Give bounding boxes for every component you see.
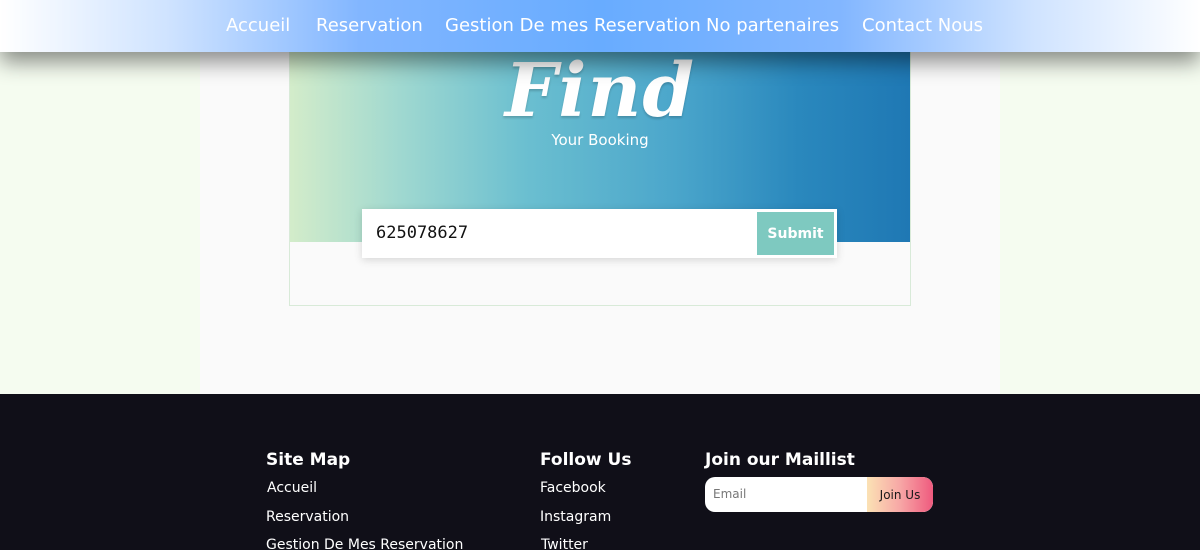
footer-link-accueil[interactable]: Accueil (267, 480, 317, 496)
sitemap-heading: Site Map (266, 450, 351, 470)
footer-link-gestion[interactable]: Gestion De Mes Reservation (266, 537, 463, 550)
top-navbar: Accueil Reservation Gestion De mes Reser… (0, 0, 1200, 52)
footer-link-reservation[interactable]: Reservation (266, 509, 349, 525)
booking-search-form: 625078627 Submit (362, 209, 837, 258)
hero-subtitle: Your Booking (551, 131, 649, 149)
nav-accueil[interactable]: Accueil (226, 15, 290, 36)
email-field[interactable]: Email (713, 487, 746, 501)
submit-button[interactable]: Submit (757, 212, 834, 255)
footer-link-facebook[interactable]: Facebook (540, 480, 606, 496)
join-us-button[interactable]: Join Us (867, 477, 933, 512)
footer (0, 394, 1200, 550)
footer-link-twitter[interactable]: Twitter (541, 537, 588, 550)
nav-gestion-reservation[interactable]: Gestion De mes Reservation (445, 15, 701, 36)
footer-link-instagram[interactable]: Instagram (540, 509, 611, 525)
nav-contact[interactable]: Contact Nous (862, 15, 983, 36)
nav-reservation[interactable]: Reservation (316, 15, 423, 36)
maillist-form: Email Join Us (705, 477, 933, 512)
hero-title: Find (504, 48, 696, 134)
maillist-heading: Join our Maillist (705, 450, 855, 470)
nav-partenaires[interactable]: No partenaires (706, 15, 839, 36)
booking-number-input[interactable]: 625078627 (376, 223, 468, 243)
follow-heading: Follow Us (540, 450, 632, 470)
